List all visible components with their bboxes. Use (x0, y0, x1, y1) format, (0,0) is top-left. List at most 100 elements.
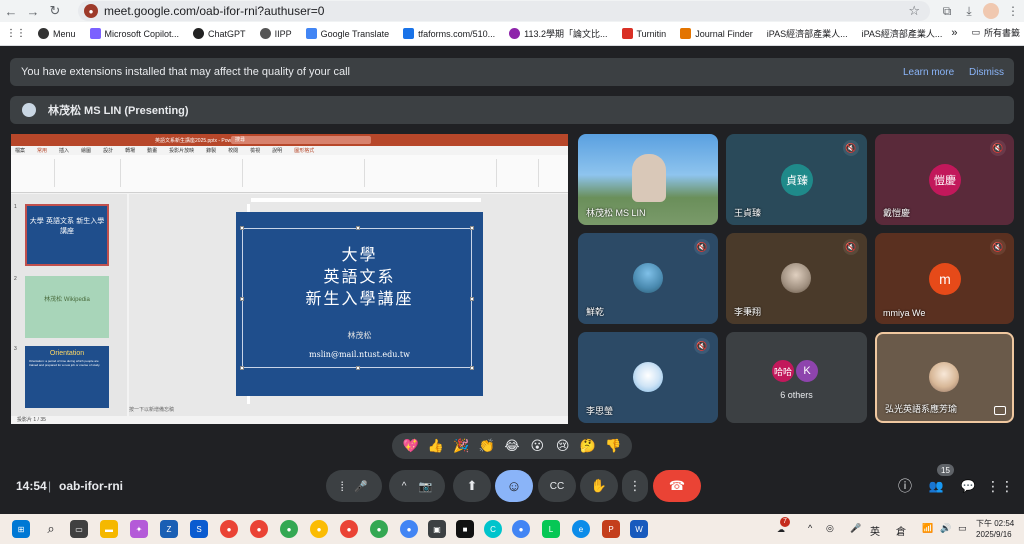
chrome-icon[interactable]: ● (512, 520, 530, 538)
ribbon-tab[interactable]: 圖形格式 (294, 147, 314, 154)
ribbon-tab[interactable]: 校閱 (228, 147, 238, 154)
tray-mic-icon[interactable]: 🎤 (850, 523, 861, 534)
ime-language[interactable]: 英 (870, 523, 880, 538)
ribbon-tab[interactable]: 投影片放映 (169, 147, 194, 154)
reaction-thinking-icon[interactable]: 🤔 (577, 438, 599, 454)
bookmark-turnitin[interactable]: Turnitin (621, 28, 666, 39)
ime-mode[interactable]: 倉 (896, 523, 906, 538)
ribbon-tab[interactable]: 檔案 (15, 147, 25, 154)
bookmark-tfaforms[interactable]: tfaforms.com/510... (403, 28, 495, 39)
bookmark-chatgpt[interactable]: ChatGPT (193, 28, 246, 39)
ribbon-tab[interactable]: 插入 (59, 147, 69, 154)
meeting-info-icon[interactable]: ⓘ (895, 476, 915, 496)
activities-icon[interactable]: ⋮⋮ (986, 476, 1014, 496)
powerpoint-icon[interactable]: P (602, 520, 620, 538)
participant-tile-others[interactable]: 哈哈 K 6 others (726, 332, 867, 423)
ribbon-tab[interactable]: 說明 (272, 147, 282, 154)
resize-handle[interactable] (470, 226, 474, 230)
emoji-button[interactable]: ☺ (495, 470, 533, 502)
raise-hand-button[interactable]: ✋ (580, 470, 618, 502)
chrome-icon[interactable]: ● (310, 520, 328, 538)
file-explorer-icon[interactable]: ▬ (100, 520, 118, 538)
participant-tile-presenter[interactable]: 林茂松 MS LIN (578, 134, 718, 225)
reaction-laugh-icon[interactable]: 😂 (501, 438, 523, 454)
wifi-icon[interactable]: 📶 (922, 523, 933, 534)
bookmark-ipas-2[interactable]: iPAS經濟部產業人... (862, 27, 943, 40)
more-options-button[interactable]: ⋮ (622, 470, 648, 502)
taskbar-date[interactable]: 2025/9/16 (976, 530, 1012, 539)
search-icon[interactable]: ⌕ (42, 520, 60, 538)
resize-handle[interactable] (240, 366, 244, 370)
caret-up-icon[interactable]: ^ (402, 481, 407, 492)
ribbon-tab[interactable]: 檢視 (250, 147, 260, 154)
participant-tile[interactable]: 🔇 鮮乾 (578, 233, 718, 324)
learn-more-link[interactable]: Learn more (903, 67, 954, 78)
ribbon-tab[interactable]: 常用 (37, 147, 47, 154)
start-icon[interactable]: ⊞ (12, 520, 30, 538)
reaction-sad-icon[interactable]: 😢 (552, 438, 574, 454)
edge-icon[interactable]: e (572, 520, 590, 538)
volume-icon[interactable]: 🔊 (940, 523, 951, 534)
download-icon[interactable]: ⤓ (958, 0, 980, 22)
bookmark-thesis[interactable]: 113.2學期「論文比... (509, 27, 608, 40)
word-icon[interactable]: W (630, 520, 648, 538)
bookmarks-overflow-icon[interactable]: » (951, 27, 957, 39)
camera-app-icon[interactable]: ▣ (428, 520, 446, 538)
bookmark-journal-finder[interactable]: Journal Finder (680, 28, 753, 39)
participant-tile[interactable]: 🔇 李秉翔 (726, 233, 867, 324)
app-icon[interactable]: S (190, 520, 208, 538)
address-bar[interactable]: ● meet.google.com/oab-ifor-rni?authuser=… (78, 1, 930, 21)
line-icon[interactable]: L (542, 520, 560, 538)
chrome-icon[interactable]: ● (250, 520, 268, 538)
present-button[interactable]: ⬆ (453, 470, 491, 502)
tray-app-icon[interactable]: ◎ (826, 523, 834, 534)
copilot-icon[interactable]: ✦ (130, 520, 148, 538)
notes-hint[interactable]: 按一下以新增備忘稿 (129, 406, 174, 413)
reaction-thumbs-up-icon[interactable]: 👍 (425, 438, 447, 454)
back-icon[interactable]: ← (0, 0, 22, 22)
ribbon-tab[interactable]: 動畫 (147, 147, 157, 154)
reaction-heart-icon[interactable]: 💖 (400, 438, 422, 454)
resize-handle[interactable] (470, 366, 474, 370)
reaction-clap-icon[interactable]: 👏 (476, 438, 498, 454)
tray-chevron-icon[interactable]: ^ (808, 523, 812, 533)
bookmark-ipas-1[interactable]: iPAS經濟部產業人... (767, 27, 848, 40)
camera-button[interactable]: ^ 📷 (389, 470, 445, 502)
task-view-icon[interactable]: ▭ (70, 520, 88, 538)
mic-button[interactable]: ⁞ 🎤 (326, 470, 382, 502)
bookmark-google-translate[interactable]: Google Translate (305, 28, 389, 39)
bookmark-menu[interactable]: Menu (38, 28, 76, 39)
dismiss-button[interactable]: Dismiss (969, 67, 1004, 78)
captions-button[interactable]: CC (538, 470, 576, 502)
participant-tile[interactable]: 🔇 愷慶 戴愷慶 (875, 134, 1014, 225)
slide-thumbnail-2[interactable]: 林茂松 Wikipedia (25, 276, 109, 338)
profile-avatar[interactable] (980, 0, 1002, 22)
bookmark-copilot[interactable]: Microsoft Copilot... (89, 28, 179, 39)
chrome-icon[interactable]: ● (370, 520, 388, 538)
ribbon-tab[interactable]: 繪圖 (81, 147, 91, 154)
app-icon[interactable]: Z (160, 520, 178, 538)
current-slide[interactable]: 大學 英語文系 新生入學講座 林茂松 mslin@mail.ntust.edu.… (236, 212, 483, 396)
battery-icon[interactable]: ▭ (958, 523, 967, 534)
participant-tile-self[interactable]: 弘光英語系應芳瑜 (875, 332, 1014, 423)
extensions-icon[interactable]: ⧉ (936, 0, 958, 22)
reaction-surprised-icon[interactable]: 😮 (526, 438, 548, 454)
resize-handle[interactable] (240, 226, 244, 230)
all-bookmarks[interactable]: 所有書籤 (984, 26, 1020, 39)
ribbon-tab[interactable]: 轉場 (125, 147, 135, 154)
reaction-party-icon[interactable]: 🎉 (450, 438, 472, 454)
participant-tile[interactable]: 🔇 李思瑩 (578, 332, 718, 423)
forward-icon[interactable]: → (22, 0, 44, 22)
end-call-button[interactable]: ☎ (653, 470, 701, 502)
bookmark-iipp[interactable]: IIPP (259, 28, 292, 39)
chrome-icon[interactable]: ● (340, 520, 358, 538)
app-icon[interactable]: ■ (456, 520, 474, 538)
shared-screen[interactable]: 英語文系新生講座2025.pptx - PowerPoint 搜尋 檔案 常用 … (11, 134, 568, 424)
apps-icon[interactable]: ⋮⋮ (6, 28, 26, 39)
browser-menu-icon[interactable]: ⋮ (1002, 0, 1024, 22)
chrome-icon[interactable]: ● (280, 520, 298, 538)
participant-tile[interactable]: 🔇 貞臻 王貞臻 (726, 134, 867, 225)
taskbar-time[interactable]: 下午 02:54 (976, 518, 1014, 529)
reload-icon[interactable]: ↻ (44, 0, 66, 22)
people-icon[interactable]: 👥 (926, 476, 946, 496)
